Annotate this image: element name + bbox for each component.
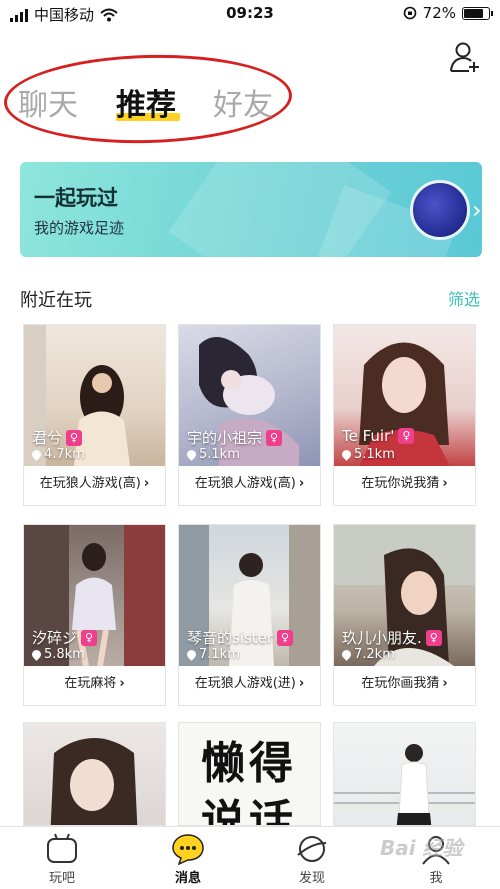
user-name-text: 玖儿小朋友. xyxy=(342,629,422,647)
distance-text: 7.1km xyxy=(199,647,240,662)
user-name: 琴音的sister ♀ xyxy=(187,627,294,648)
tab-friends[interactable]: 好友 xyxy=(213,80,273,124)
female-icon: ♀ xyxy=(266,429,283,446)
female-icon: ♀ xyxy=(66,429,83,446)
location-pin-icon xyxy=(185,448,198,461)
play-status-text: 在玩你说我猜 xyxy=(361,476,440,491)
user-distance: 5.1km xyxy=(340,447,395,462)
user-card[interactable]: 君兮 ♀ 4.7km 在玩狼人游戏(高) › xyxy=(23,324,166,506)
distance-text: 5.8km xyxy=(44,647,85,662)
user-card[interactable]: 宇的小祖宗 ♀ 5.1km 在玩狼人游戏(高) › xyxy=(178,324,321,506)
status-right: 72% xyxy=(403,4,493,22)
user-name-text: 汐碎ジ xyxy=(32,629,78,647)
location-pin-icon xyxy=(185,648,198,661)
top-tabs: 聊天 推荐 好友 xyxy=(0,80,320,130)
user-card[interactable] xyxy=(333,722,476,826)
nav-label: 我 xyxy=(429,871,443,886)
location-pin-icon xyxy=(30,648,43,661)
play-status-text: 在玩狼人游戏(进) xyxy=(194,676,296,691)
orientation-lock-icon xyxy=(403,6,416,20)
message-icon xyxy=(172,834,204,865)
play-status-text: 在玩狼人游戏(高) xyxy=(39,476,141,491)
chevron-right-icon: › xyxy=(472,196,482,224)
user-photo xyxy=(24,723,165,825)
location-pin-icon xyxy=(340,448,353,461)
chevron-right-icon: › xyxy=(442,476,448,491)
location-pin-icon xyxy=(340,648,353,661)
play-status: 在玩狼人游戏(高) › xyxy=(179,472,320,491)
play-status: 在玩你画我猜 › xyxy=(334,672,475,691)
play-status-text: 在玩狼人游戏(高) xyxy=(194,476,296,491)
play-status: 在玩你说我猜 › xyxy=(334,472,475,491)
chevron-right-icon: › xyxy=(442,676,448,691)
user-distance: 5.1km xyxy=(185,447,240,462)
user-name: 君兮 ♀ xyxy=(32,427,83,448)
distance-text: 5.1km xyxy=(354,447,395,462)
tab-chat[interactable]: 聊天 xyxy=(18,80,78,124)
play-icon xyxy=(47,833,77,863)
nav-item-play[interactable]: 玩吧 xyxy=(22,833,102,886)
user-name-text: Te Fuir' xyxy=(342,427,395,445)
user-card[interactable]: 琴音的sister ♀ 7.1km 在玩狼人游戏(进) › xyxy=(178,524,321,706)
add-friend-icon[interactable] xyxy=(448,40,482,74)
play-status: 在玩麻将 › xyxy=(24,672,165,691)
user-distance: 7.1km xyxy=(185,647,240,662)
user-name-text: 琴音的sister xyxy=(187,629,274,647)
nav-label: 消息 xyxy=(174,871,201,886)
nav-label: 发现 xyxy=(298,871,325,886)
user-distance: 7.2km xyxy=(340,647,395,662)
user-photo: 懒得说话 xyxy=(179,723,320,826)
user-distance: 4.7km xyxy=(30,447,85,462)
user-name: 宇的小祖宗 ♀ xyxy=(187,427,283,448)
female-icon: ♀ xyxy=(81,629,98,646)
distance-text: 5.1km xyxy=(199,447,240,462)
watermark: Bai 经验 xyxy=(380,836,463,860)
battery-percent: 72% xyxy=(422,4,456,22)
user-photo xyxy=(334,723,475,825)
discover-icon xyxy=(297,836,327,862)
banner-subtitle: 我的游戏足迹 xyxy=(34,219,125,237)
location-pin-icon xyxy=(30,448,43,461)
female-icon: ♀ xyxy=(425,629,442,646)
battery-icon xyxy=(462,6,493,20)
photo-caption-text: 懒得说话 xyxy=(201,738,297,826)
user-card[interactable]: 汐碎ジ ♀ 5.8km 在玩麻将 › xyxy=(23,524,166,706)
user-card[interactable]: 玖儿小朋友. ♀ 7.2km 在玩你画我猜 › xyxy=(333,524,476,706)
filter-button[interactable]: 筛选 xyxy=(448,286,480,310)
played-together-banner[interactable]: 一起玩过 我的游戏足迹 › xyxy=(20,162,482,257)
play-status: 在玩狼人游戏(进) › xyxy=(179,672,320,691)
chevron-right-icon: › xyxy=(298,476,305,491)
user-distance: 5.8km xyxy=(30,647,85,662)
play-status: 在玩狼人游戏(高) › xyxy=(24,472,165,491)
user-name: 玖儿小朋友. ♀ xyxy=(342,627,442,648)
nav-item-discover[interactable]: 发现 xyxy=(272,833,352,886)
user-name: 汐碎ジ ♀ xyxy=(32,627,98,648)
section-title: 附近在玩 xyxy=(20,290,92,311)
user-name-text: 宇的小祖宗 xyxy=(187,429,263,447)
play-status-text: 在玩你画我猜 xyxy=(361,676,440,691)
distance-text: 4.7km xyxy=(44,447,85,462)
avatar xyxy=(410,180,470,240)
status-bar: 中国移动 09:23 72% xyxy=(0,0,500,28)
female-icon: ♀ xyxy=(398,428,415,444)
chevron-right-icon: › xyxy=(119,676,125,691)
chevron-right-icon: › xyxy=(298,676,305,691)
play-status-text: 在玩麻将 xyxy=(64,676,117,691)
banner-title: 一起玩过 xyxy=(34,186,118,210)
user-name-text: 君兮 xyxy=(32,429,63,447)
user-card[interactable]: 懒得说话 xyxy=(178,722,321,826)
user-card[interactable]: Te Fuir' ♀ 5.1km 在玩你说我猜 › xyxy=(333,324,476,506)
nav-label: 玩吧 xyxy=(48,871,75,886)
distance-text: 7.2km xyxy=(354,647,395,662)
nav-item-messages[interactable]: 消息 xyxy=(148,833,228,886)
tab-recommend[interactable]: 推荐 xyxy=(116,80,176,124)
user-card[interactable] xyxy=(23,722,166,826)
female-icon: ♀ xyxy=(277,629,294,646)
chevron-right-icon: › xyxy=(143,476,150,491)
user-name: Te Fuir' ♀ xyxy=(342,427,415,445)
